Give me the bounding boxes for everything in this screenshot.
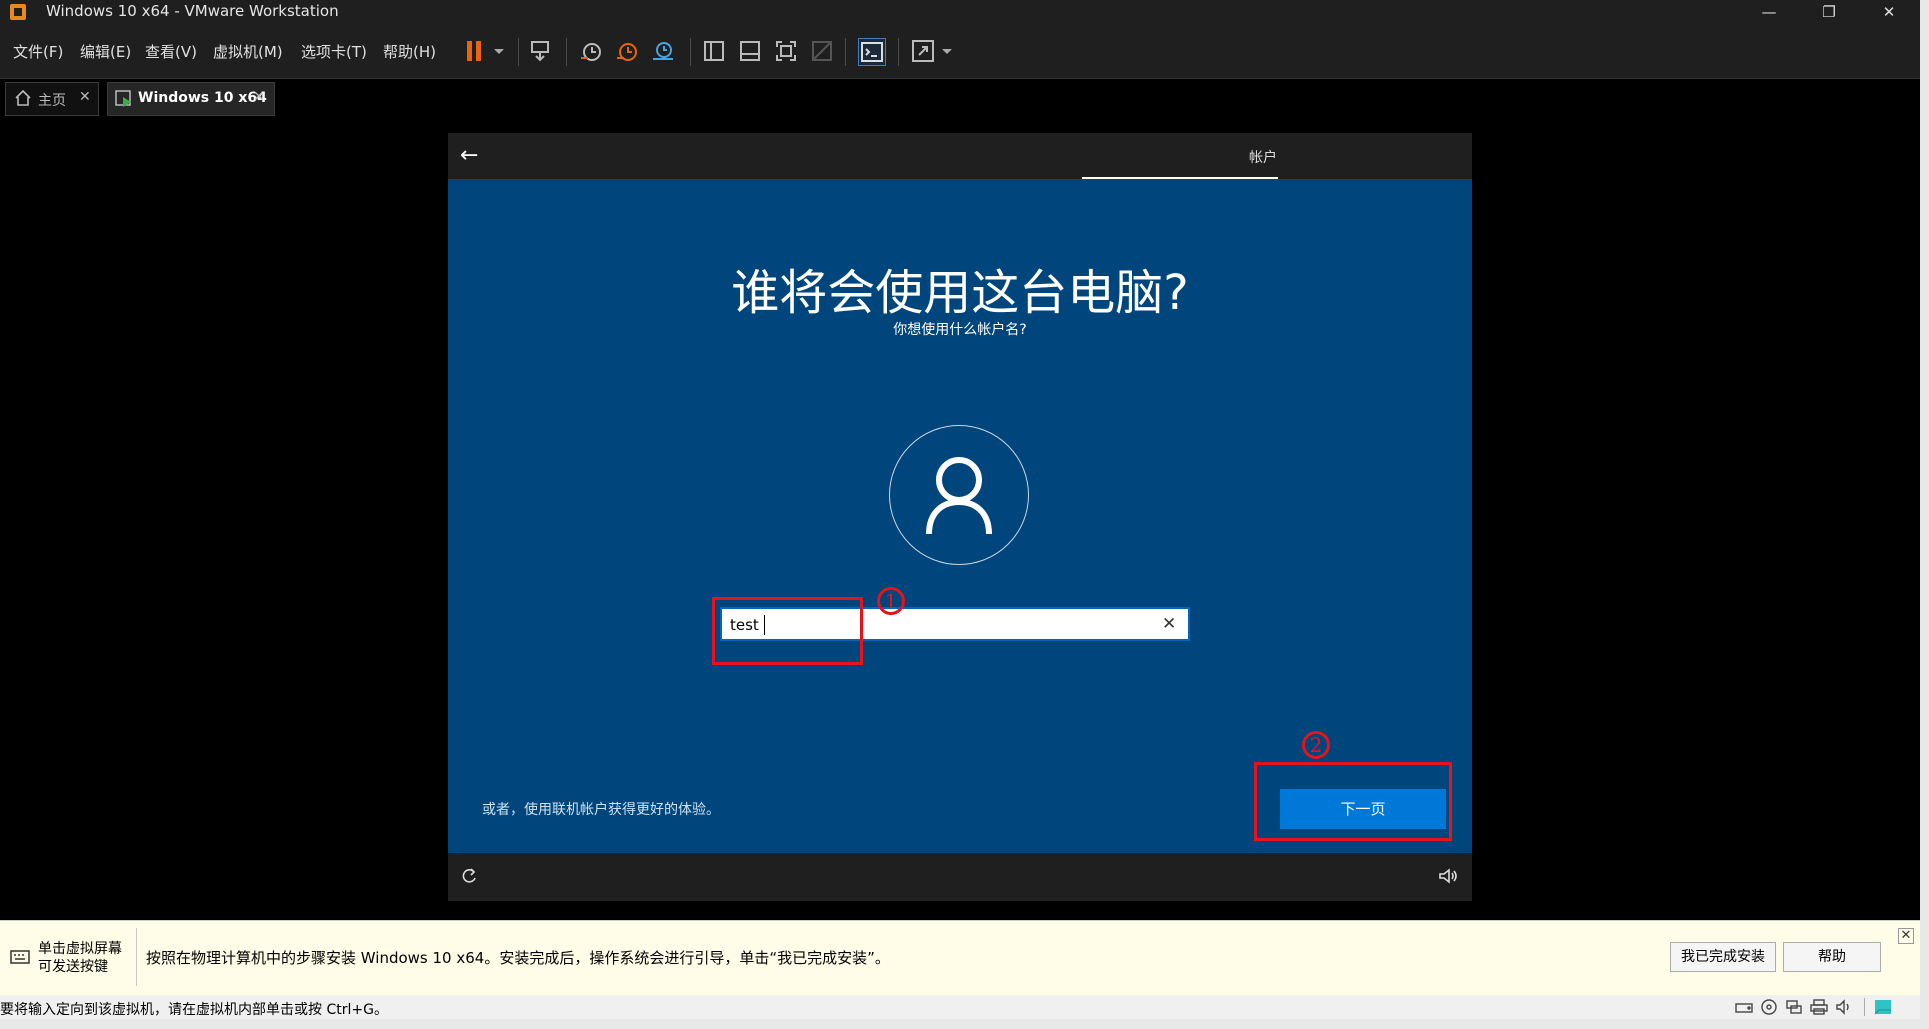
pause-dropdown-icon[interactable] — [492, 38, 506, 64]
oobe-heading: 谁将会使用这台电脑? — [731, 265, 1189, 321]
toolbar-separator — [518, 38, 519, 66]
tab-windows-10-close-icon[interactable]: ✕ — [253, 89, 265, 105]
menu-view[interactable]: 查看(V) — [145, 41, 197, 62]
hard-disk-icon[interactable] — [1735, 999, 1753, 1019]
bottom-edge-strip — [0, 1019, 1920, 1029]
minimize-button[interactable]: — — [1746, 0, 1792, 24]
oobe-tab-account: 帐户 — [1249, 150, 1277, 166]
infobar-close-icon[interactable]: ✕ — [1898, 928, 1914, 944]
menu-toolbar-bar — [0, 24, 1920, 79]
revert-snapshot-icon[interactable] — [614, 38, 640, 64]
menu-edit[interactable]: 编辑(E) — [80, 41, 131, 62]
right-edge-strip — [1920, 0, 1929, 1029]
network-icon[interactable] — [1785, 999, 1803, 1019]
toolbar-separator — [845, 38, 846, 66]
annotation-marker-2: 2 — [1302, 731, 1330, 759]
unity-icon[interactable] — [809, 38, 835, 64]
stretch-icon[interactable] — [910, 38, 936, 64]
snapshot-manager-icon[interactable] — [650, 38, 676, 64]
close-button[interactable]: ✕ — [1866, 0, 1912, 24]
send-ctrl-alt-del-icon[interactable] — [528, 38, 554, 64]
window-title: Windows 10 x64 - VMware Workstation — [46, 2, 339, 20]
finished-install-button[interactable]: 我已完成安装 — [1670, 942, 1776, 972]
avatar — [889, 425, 1029, 565]
keyboard-icon — [10, 947, 30, 971]
vm-running-icon — [115, 90, 133, 112]
restore-button[interactable]: ❐ — [1806, 0, 1852, 24]
annotation-box-2 — [1254, 762, 1452, 841]
pause-icon[interactable] — [462, 38, 488, 64]
toolbar-separator — [566, 38, 567, 66]
clear-icon[interactable]: ✕ — [1162, 614, 1176, 634]
status-text: 要将输入定向到该虚拟机，请在虚拟机内部单击或按 Ctrl+G。 — [0, 1002, 388, 1018]
oobe-subheading: 你想使用什么帐户名? — [893, 322, 1027, 338]
tab-windows-10[interactable]: Windows 10 x64 ✕ — [107, 82, 275, 116]
message-log-icon[interactable] — [1874, 999, 1892, 1019]
click-screen-hint-line1: 单击虚拟屏幕 — [38, 941, 122, 957]
volume-icon[interactable] — [1438, 867, 1458, 889]
toolbar-separator — [690, 38, 691, 66]
sound-card-icon[interactable] — [1835, 999, 1853, 1019]
online-account-link[interactable]: 或者，使用联机帐户获得更好的体验。 — [482, 799, 720, 819]
menu-vm[interactable]: 虚拟机(M) — [213, 41, 283, 62]
click-screen-hint-line2: 可发送按键 — [38, 959, 108, 975]
status-separator — [1864, 998, 1865, 1016]
user-icon — [926, 457, 992, 535]
oobe-tab-underline — [1082, 177, 1278, 179]
oobe-bottom-bar — [448, 853, 1472, 901]
full-screen-icon[interactable] — [773, 38, 799, 64]
stretch-dropdown-icon[interactable] — [940, 38, 954, 64]
back-arrow-icon[interactable]: ← — [460, 143, 478, 168]
click-screen-hint: 单击虚拟屏幕 可发送按键 — [38, 940, 122, 976]
tab-home-label: 主页 — [38, 93, 66, 109]
snapshot-icon[interactable] — [578, 38, 604, 64]
accessibility-icon[interactable] — [460, 867, 478, 889]
thumbnail-icon[interactable] — [737, 38, 763, 64]
annotation-box-1 — [712, 597, 863, 665]
menu-file[interactable]: 文件(F) — [13, 41, 63, 62]
printer-icon[interactable] — [1810, 999, 1828, 1019]
help-button[interactable]: 帮助 — [1783, 942, 1881, 972]
menu-tabs[interactable]: 选项卡(T) — [301, 41, 367, 62]
tab-windows-10-label: Windows 10 x64 — [138, 90, 267, 106]
tab-home[interactable]: 主页 ✕ — [5, 82, 99, 116]
toolbar-separator — [898, 38, 899, 66]
annotation-marker-1: 1 — [877, 587, 905, 615]
cd-dvd-icon[interactable] — [1760, 999, 1778, 1019]
library-icon[interactable] — [701, 38, 727, 64]
info-divider — [136, 928, 137, 986]
install-message: 按照在物理计算机中的步骤安装 Windows 10 x64。安装完成后，操作系统… — [146, 949, 890, 967]
menu-help[interactable]: 帮助(H) — [383, 41, 436, 62]
tab-row — [0, 79, 1920, 117]
home-icon — [14, 89, 32, 111]
tab-home-close-icon[interactable]: ✕ — [79, 89, 91, 105]
vmware-app-icon — [10, 4, 26, 20]
console-icon[interactable] — [858, 38, 886, 66]
